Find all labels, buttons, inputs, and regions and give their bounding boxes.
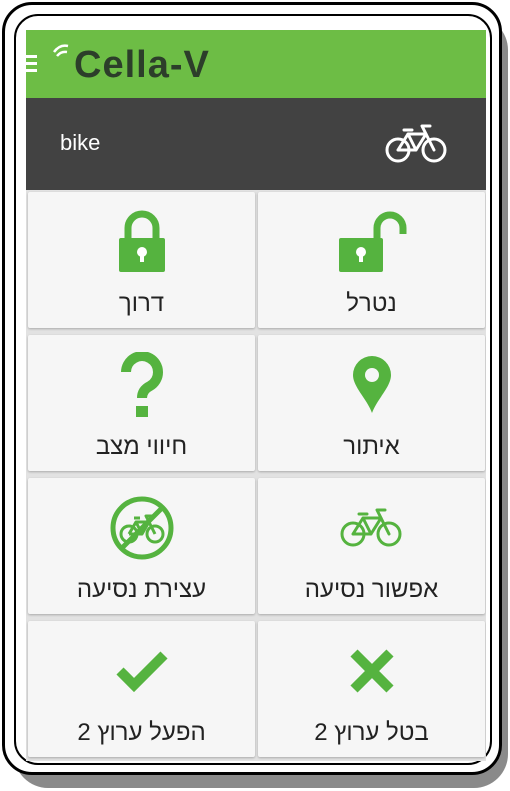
app-header: Cella-V [26,30,486,98]
lock-icon [118,210,165,272]
bicycle-icon [385,124,447,163]
cross-icon [349,649,394,693]
tile-label: חיווי מצב [95,433,188,460]
unlock-button[interactable]: נטרל [258,192,485,328]
bicycle-icon [340,508,401,547]
tile-label: עצירת נסיעה [76,576,207,603]
app-logo: Cella-V [74,44,210,86]
location-pin-icon [352,356,391,413]
locate-button[interactable]: איתור [258,335,485,471]
block-ride-button[interactable]: עצירת נסיעה [28,478,255,614]
lock-button[interactable]: דרוך [28,192,255,328]
tile-label: נטרל [346,290,397,317]
menu-icon[interactable] [26,55,38,73]
signal-logo-icon [53,44,69,57]
allow-ride-button[interactable]: אפשור נסיעה [258,478,485,614]
unlock-icon [338,211,406,272]
cancel-channel-button[interactable]: בטל ערוץ 2 [258,621,485,757]
app-screen: Cella-V bike דרוך נטרל חיווי מצב איתור ע… [26,30,486,761]
no-bicycle-icon [110,496,173,560]
tile-label: בטל ערוץ 2 [314,719,429,746]
tile-label: איתור [343,433,400,460]
tile-label: אפשור נסיעה [304,576,439,603]
action-grid: דרוך נטרל חיווי מצב איתור עצירת נסיעה אפ… [26,192,486,761]
tile-label: הפעל ערוץ 2 [77,719,206,746]
status-button[interactable]: חיווי מצב [28,335,255,471]
enable-channel-button[interactable]: הפעל ערוץ 2 [28,621,255,757]
device-bar[interactable]: bike [26,98,486,190]
checkmark-icon [115,651,168,693]
tile-label: דרוך [118,290,165,317]
question-icon [120,352,163,417]
device-name: bike [60,130,101,155]
